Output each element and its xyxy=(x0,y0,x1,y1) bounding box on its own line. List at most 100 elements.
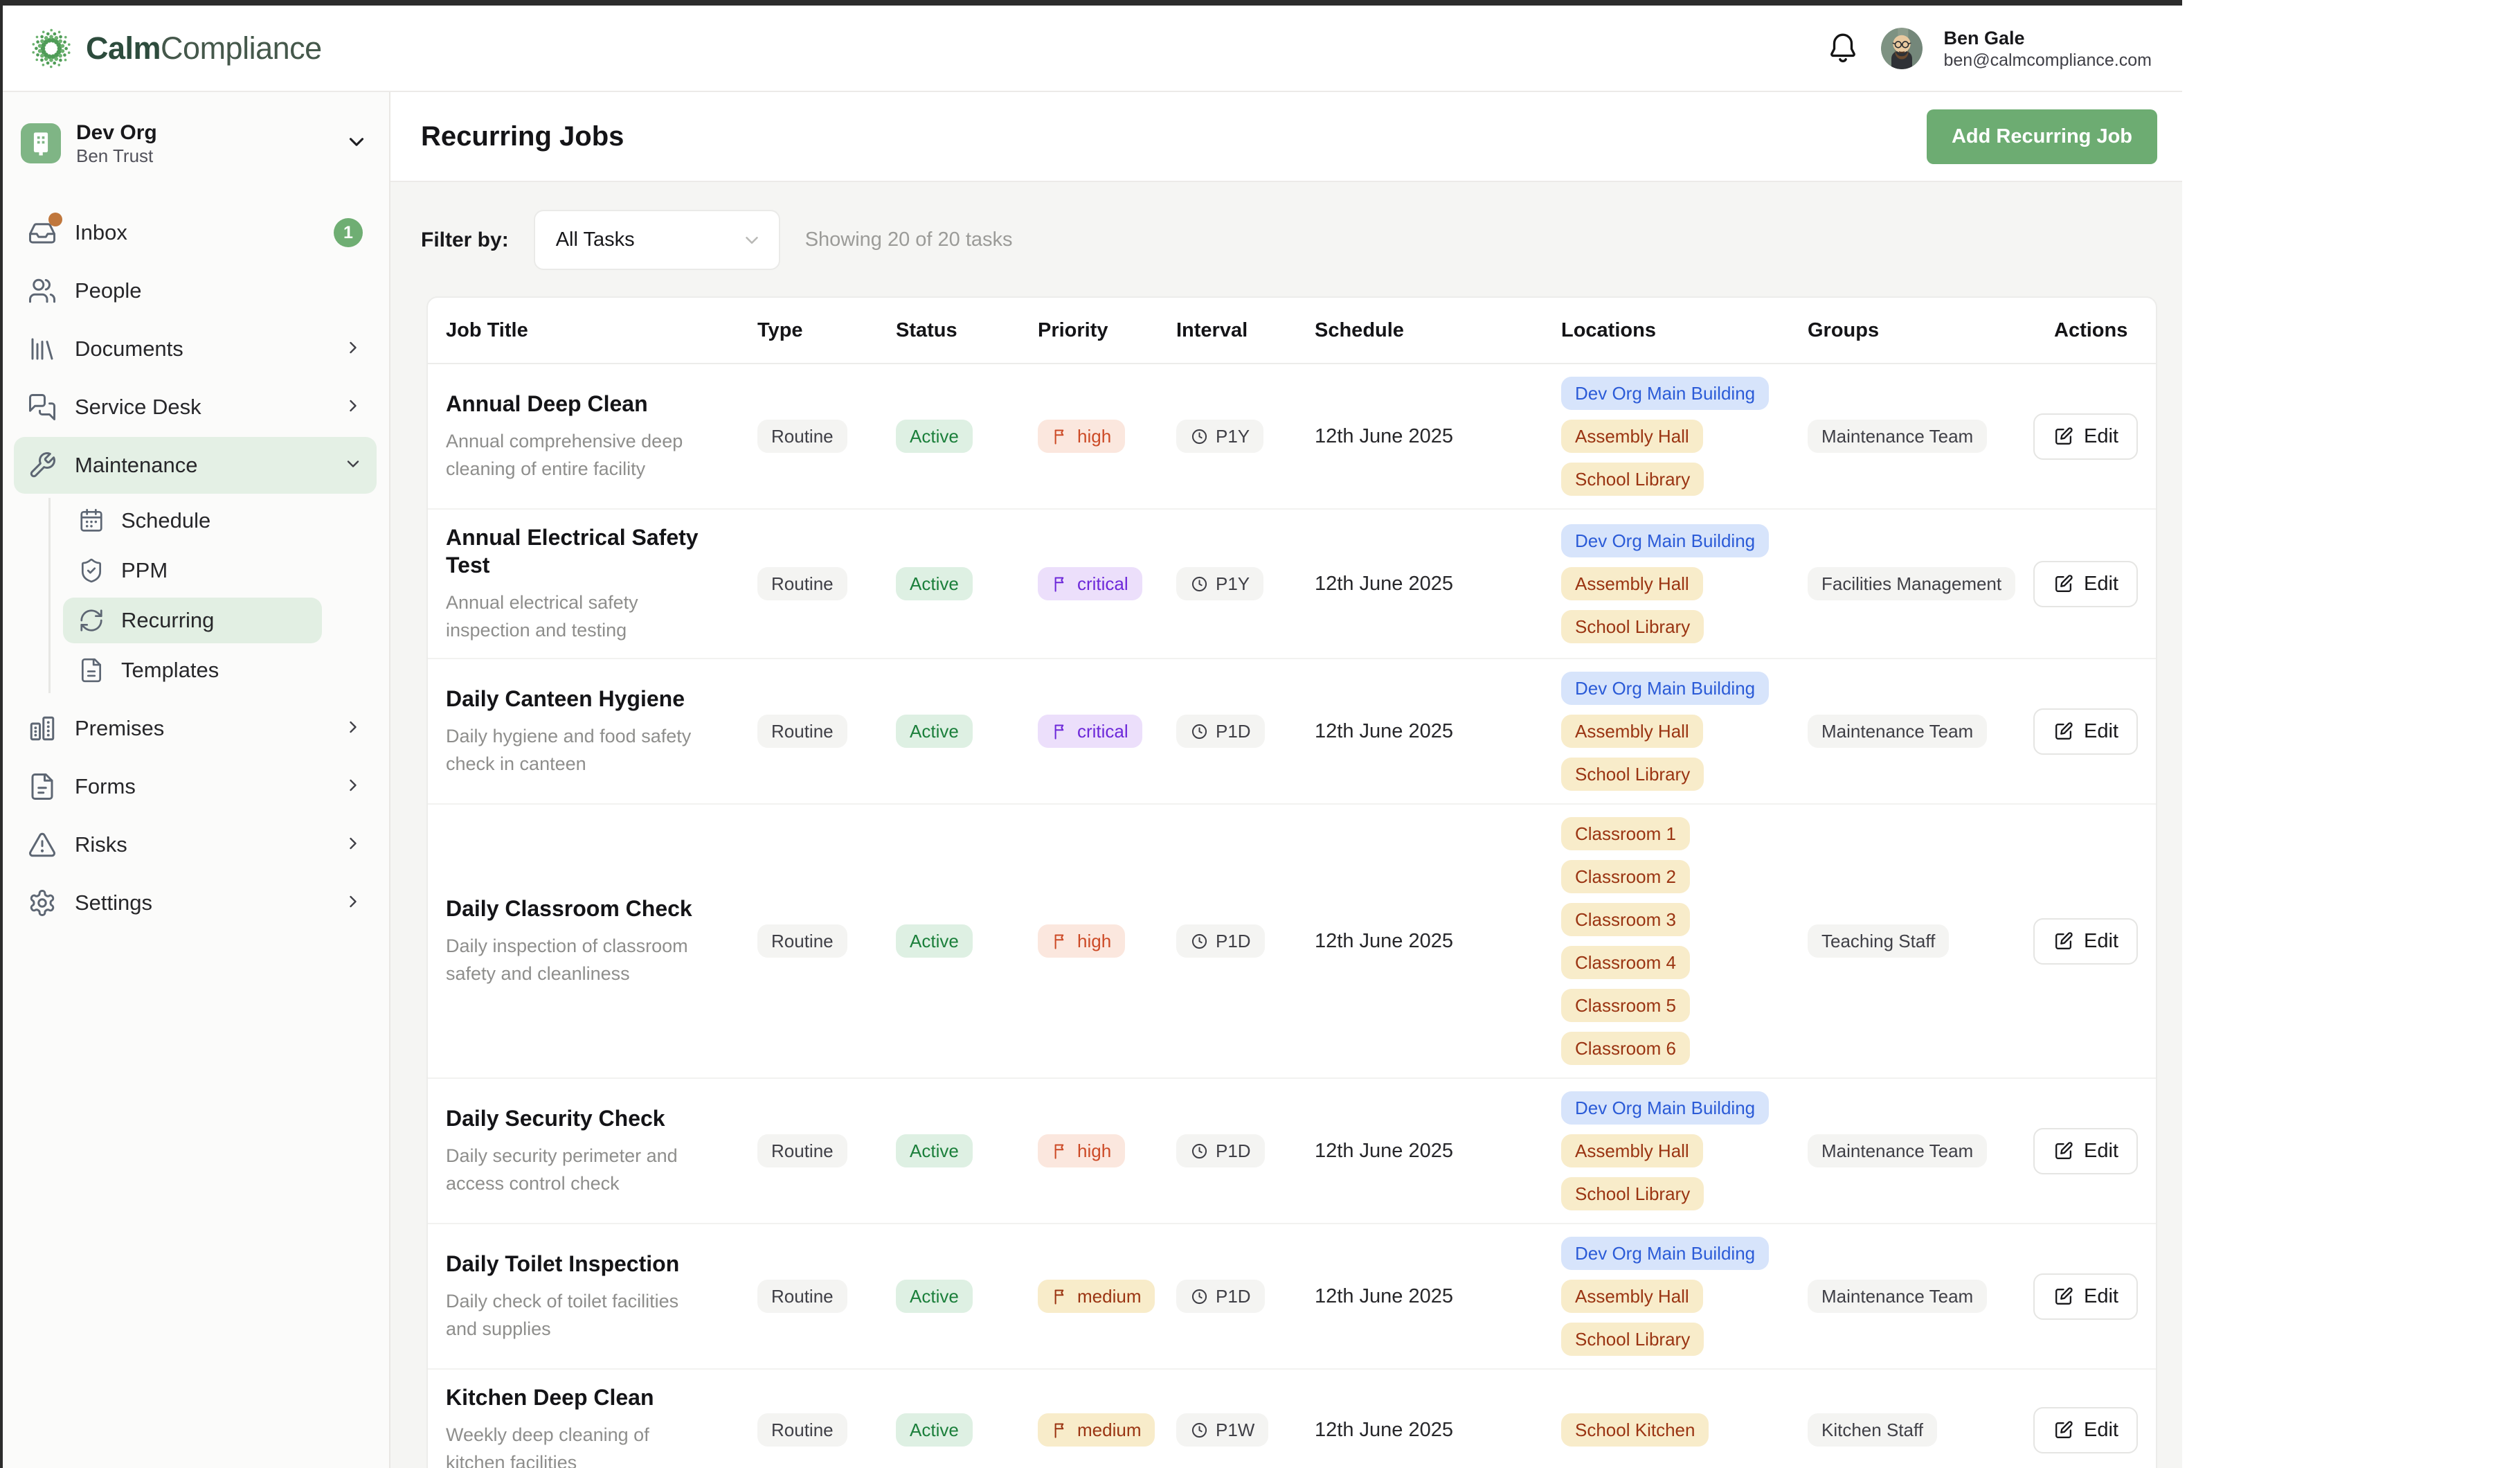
group-pill-label: Kitchen Staff xyxy=(1821,1420,1923,1440)
column-header-schedule: Schedule xyxy=(1315,319,1561,342)
topbar-right: Ben Gale ben@calmcompliance.com xyxy=(1826,26,2152,71)
task-filter-select[interactable]: All Tasks xyxy=(534,210,780,270)
inbox-icon xyxy=(28,218,57,247)
type-pill-label: Routine xyxy=(771,426,834,447)
priority-pill-label: high xyxy=(1077,931,1111,951)
interval-pill: P1D xyxy=(1176,1134,1265,1167)
interval-pill: P1D xyxy=(1176,715,1265,748)
sidebar-item-premises[interactable]: Premises xyxy=(14,700,377,757)
interval-cell: P1Y xyxy=(1176,553,1315,614)
edit-button[interactable]: Edit xyxy=(2033,561,2138,607)
edit-button[interactable]: Edit xyxy=(2033,1273,2138,1320)
groups-cell: Maintenance Team xyxy=(1808,406,2054,467)
type-pill-label: Routine xyxy=(771,1420,834,1440)
table-row: Daily Canteen HygieneDaily hygiene and f… xyxy=(428,659,2156,805)
locations-cell: Dev Org Main BuildingAssembly HallSchool… xyxy=(1561,364,1808,508)
job-title-cell: Daily Classroom CheckDaily inspection of… xyxy=(446,881,757,1001)
chevron-right-icon xyxy=(343,834,363,857)
forms-icon xyxy=(28,772,57,801)
sidebar-subitem-label: Schedule xyxy=(121,508,307,533)
add-recurring-job-button[interactable]: Add Recurring Job xyxy=(1927,109,2157,164)
sidebar-item-maintenance[interactable]: Maintenance xyxy=(14,437,377,494)
group-pill: Kitchen Staff xyxy=(1808,1413,1937,1447)
sidebar-item-service-desk[interactable]: Service Desk xyxy=(14,379,377,436)
app-logo[interactable]: CalmCompliance xyxy=(29,26,322,71)
sidebar-subitem-schedule[interactable]: Schedule xyxy=(63,498,322,544)
job-title: Daily Toilet Inspection xyxy=(446,1250,709,1278)
clock-icon xyxy=(1190,427,1209,446)
edit-button[interactable]: Edit xyxy=(2033,413,2138,460)
priority-pill: critical xyxy=(1038,715,1142,748)
job-description: Daily check of toilet facilities and sup… xyxy=(446,1287,709,1343)
location-pill-label: Dev Org Main Building xyxy=(1575,1243,1755,1264)
groups-cell: Teaching Staff xyxy=(1808,911,2054,972)
notification-dot xyxy=(48,213,62,226)
sidebar-subitem-templates[interactable]: Templates xyxy=(63,647,322,693)
sidebar-item-risks[interactable]: Risks xyxy=(14,816,377,873)
interval-pill: P1D xyxy=(1176,1280,1265,1313)
edit-button[interactable]: Edit xyxy=(2033,1128,2138,1174)
status-cell: Active xyxy=(896,1399,1038,1460)
groups-cell: Maintenance Team xyxy=(1808,1120,2054,1181)
ppm-icon xyxy=(78,557,105,584)
sidebar-item-forms[interactable]: Forms xyxy=(14,758,377,815)
actions-cell: Edit xyxy=(2033,1260,2138,1334)
bell-icon[interactable] xyxy=(1826,31,1860,66)
interval-pill-label: P1Y xyxy=(1216,573,1250,594)
topbar: CalmCompliance Ben Gale ben@calmcomplian… xyxy=(3,6,2182,92)
location-pill-label: Dev Org Main Building xyxy=(1575,1098,1755,1118)
priority-pill-label: critical xyxy=(1077,573,1128,594)
sidebar-item-documents[interactable]: Documents xyxy=(14,321,377,377)
edit-button[interactable]: Edit xyxy=(2033,708,2138,755)
job-title-cell: Daily Toilet Inspection Daily check of to… xyxy=(446,1236,757,1357)
location-pill: School Library xyxy=(1561,610,1704,643)
job-title-cell: Daily Security CheckDaily security perim… xyxy=(446,1091,757,1211)
group-pill: Teaching Staff xyxy=(1808,924,1949,958)
user-info[interactable]: Ben Gale ben@calmcompliance.com xyxy=(1943,26,2152,71)
clock-icon xyxy=(1190,1287,1209,1306)
chevron-right-icon xyxy=(343,717,363,740)
settings-icon xyxy=(28,888,57,918)
groups-cell: Facilities Management xyxy=(1808,553,2054,614)
sidebar-item-inbox[interactable]: Inbox1 xyxy=(14,204,377,261)
org-name: Dev Org xyxy=(76,120,330,145)
job-title: Daily Canteen Hygiene xyxy=(446,685,709,713)
priority-cell: high xyxy=(1038,1120,1176,1181)
edit-icon xyxy=(2053,426,2074,447)
chevron-down-icon xyxy=(741,230,762,251)
groups-cell: Maintenance Team xyxy=(1808,701,2054,762)
type-pill: Routine xyxy=(757,1413,847,1447)
location-pill: Classroom 3 xyxy=(1561,903,1690,936)
status-pill-label: Active xyxy=(910,931,959,951)
flag-icon xyxy=(1052,722,1070,741)
avatar[interactable] xyxy=(1881,28,1923,69)
edit-icon xyxy=(2053,573,2074,595)
location-pill: Dev Org Main Building xyxy=(1561,1091,1769,1125)
sidebar-item-people[interactable]: People xyxy=(14,262,377,319)
sidebar-subitem-label: Recurring xyxy=(121,608,307,633)
job-title: Annual Electrical Safety Test xyxy=(446,523,709,579)
sidebar-subitem-ppm[interactable]: PPM xyxy=(63,548,322,593)
edit-button-label: Edit xyxy=(2084,1140,2118,1163)
table-row: Daily Security CheckDaily security perim… xyxy=(428,1079,2156,1224)
group-pill: Maintenance Team xyxy=(1808,1134,1987,1167)
status-cell: Active xyxy=(896,1266,1038,1327)
location-pill: Dev Org Main Building xyxy=(1561,524,1769,557)
edit-icon xyxy=(2053,1140,2074,1162)
edit-button[interactable]: Edit xyxy=(2033,1407,2138,1453)
sidebar-subitem-recurring[interactable]: Recurring xyxy=(63,598,322,643)
group-pill: Maintenance Team xyxy=(1808,715,1987,748)
location-pill-label: Dev Org Main Building xyxy=(1575,383,1755,404)
type-cell: Routine xyxy=(757,1399,896,1460)
location-pill: School Library xyxy=(1561,1177,1704,1210)
sidebar-item-settings[interactable]: Settings xyxy=(14,875,377,931)
location-pill-label: Assembly Hall xyxy=(1575,573,1689,594)
edit-button[interactable]: Edit xyxy=(2033,918,2138,965)
flag-icon xyxy=(1052,1142,1070,1161)
type-cell: Routine xyxy=(757,701,896,762)
priority-pill: high xyxy=(1038,1134,1125,1167)
status-pill: Active xyxy=(896,1413,973,1447)
job-title-cell: Kitchen Deep CleanWeekly deep cleaning o… xyxy=(446,1370,757,1468)
org-selector[interactable]: Dev Org Ben Trust xyxy=(10,110,381,177)
table-body: Annual Deep CleanAnnual comprehensive de… xyxy=(428,364,2156,1468)
